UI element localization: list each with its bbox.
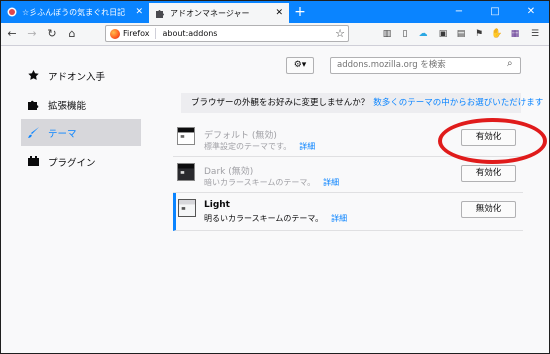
tab-addons-manager[interactable]: アドオンマネージャー ✕ — [149, 1, 289, 23]
tab-blog[interactable]: ☆彡ふんぼうの気まぐれ日記 ✕ — [1, 1, 149, 23]
enable-button[interactable]: 有効化 — [461, 165, 516, 182]
sidebar-item-get-addons[interactable]: アドオン入手 — [21, 62, 141, 89]
theme-dark-thumbnail-icon — [177, 163, 195, 181]
puzzle-icon — [156, 10, 164, 18]
browser-window: ☆彡ふんぼうの気まぐれ日記 ✕ アドオンマネージャー ✕ + − □ ✕ ← →… — [0, 0, 550, 354]
theme-light-thumbnail-icon — [178, 199, 196, 217]
paintbrush-icon — [28, 127, 39, 138]
url-text[interactable]: about:addons — [162, 29, 217, 38]
get-addons-icon — [28, 70, 39, 80]
theme-name: デフォルト (無効) — [204, 131, 277, 141]
back-icon[interactable]: ← — [3, 25, 21, 43]
blog-favicon-icon — [7, 7, 17, 17]
forward-icon[interactable]: → — [23, 25, 41, 43]
theme-name: Dark (無効) — [204, 167, 254, 177]
sidebar-item-extensions[interactable]: 拡張機能 — [21, 91, 141, 118]
library-icon[interactable]: ▥ — [379, 26, 395, 42]
sidebar-item-plugins[interactable]: プラグイン — [21, 148, 141, 175]
url-bar[interactable]: Firefox about:addons — [105, 25, 349, 42]
new-tab-button[interactable]: + — [291, 3, 309, 21]
search-input[interactable]: addons.mozilla.org を検索 — [330, 57, 521, 74]
sidebar-item-label: アドオン入手 — [48, 71, 106, 83]
sidebar-item-label: プラグイン — [48, 157, 96, 169]
flag-icon[interactable]: ⚑ — [471, 26, 487, 42]
search-icon: ⌕ — [507, 58, 513, 69]
theme-card-light: Light 明るいカラースキームのテーマ。 詳細 無効化 — [173, 193, 523, 231]
tab-label: ☆彡ふんぼうの気まぐれ日記 — [22, 7, 126, 17]
extension-icon[interactable]: ▣ — [435, 26, 451, 42]
theme-card-dark: Dark (無効) 暗いカラースキームのテーマ。 詳細 有効化 — [173, 157, 523, 193]
menu-icon[interactable]: ☰ — [527, 26, 543, 42]
sidebar-toggle-icon[interactable]: ▯ — [397, 26, 413, 42]
url-separator — [155, 28, 157, 39]
annotation-circle — [438, 118, 547, 164]
clipboard-icon[interactable]: ▤ — [453, 26, 469, 42]
cloud-icon[interactable]: ☁ — [415, 26, 431, 42]
bookmark-star-icon[interactable]: ☆ — [331, 25, 349, 43]
theme-description: 標準設定のテーマです。 詳細 — [204, 142, 316, 151]
banner-link[interactable]: 数多くのテーマの中からお選びいただけます — [373, 98, 543, 108]
banner-text: ブラウザーの外観をお好みに変更しませんか？ — [191, 98, 370, 108]
more-link[interactable]: 詳細 — [299, 142, 315, 151]
themes-banner: ブラウザーの外観をお好みに変更しませんか？ 数多くのテーマの中からお選びいただけま… — [181, 93, 543, 113]
reload-icon[interactable]: ↻ — [43, 25, 61, 43]
theme-name: Light — [204, 200, 230, 210]
tab-close-icon[interactable]: ✕ — [135, 7, 143, 17]
hand-icon[interactable]: ✋ — [489, 26, 505, 42]
addon-badge-icon[interactable]: ▦ — [507, 26, 523, 42]
sidebar-item-label: 拡張機能 — [48, 100, 87, 112]
tools-gear-button[interactable]: ⚙▾ — [286, 57, 314, 74]
plugin-icon — [28, 156, 39, 166]
more-link[interactable]: 詳細 — [323, 178, 339, 187]
more-link[interactable]: 詳細 — [331, 214, 347, 223]
firefox-logo-icon — [110, 28, 120, 39]
sidebar-item-label: テーマ — [48, 128, 77, 140]
browser-label: Firefox — [123, 29, 150, 38]
minimize-button[interactable]: − — [441, 1, 477, 23]
theme-default-thumbnail-icon — [177, 127, 195, 145]
tab-label: アドオンマネージャー — [170, 8, 250, 18]
home-icon[interactable]: ⌂ — [63, 25, 81, 43]
addons-content: アドオン入手 拡張機能 テーマ プラグイン ⚙▾ addons.mozilla.… — [1, 46, 549, 353]
puzzle-icon — [28, 100, 39, 110]
disable-button[interactable]: 無効化 — [461, 201, 516, 218]
tab-close-icon[interactable]: ✕ — [275, 8, 283, 18]
close-window-button[interactable]: ✕ — [513, 1, 549, 23]
maximize-button[interactable]: □ — [477, 1, 513, 23]
theme-description: 暗いカラースキームのテーマ。 詳細 — [204, 178, 340, 187]
sidebar-item-themes[interactable]: テーマ — [21, 119, 141, 146]
navigation-bar: ← → ↻ ⌂ Firefox about:addons ☆ ▥ ▯ ☁ ▣ ▤… — [1, 23, 549, 46]
theme-description: 明るいカラースキームのテーマ。 詳細 — [204, 214, 348, 223]
